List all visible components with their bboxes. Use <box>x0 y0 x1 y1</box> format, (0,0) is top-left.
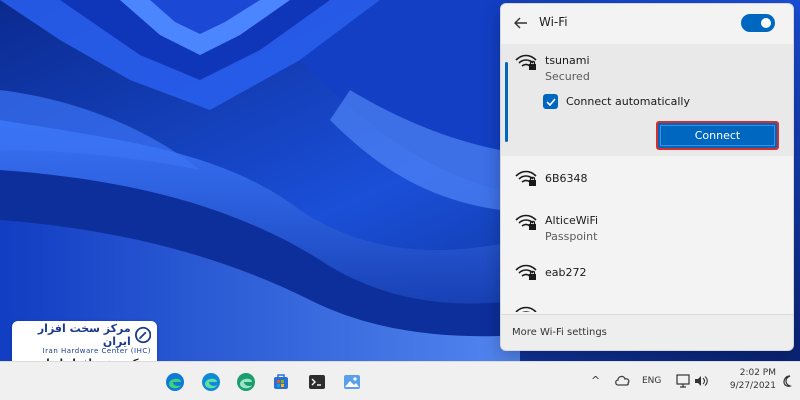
network-item-eab272[interactable]: eab272 <box>501 250 793 294</box>
network-name: AlticeWiFi <box>545 214 599 227</box>
network-item-partial[interactable] <box>501 296 793 312</box>
cloud-icon[interactable] <box>614 373 632 387</box>
network-item-6b6348[interactable]: 6B6348 <box>501 156 793 200</box>
photos-icon[interactable] <box>342 372 362 392</box>
edge-icon[interactable] <box>165 372 185 392</box>
network-list: tsunami Secured Connect automatically Co… <box>501 44 793 312</box>
wifi-toggle[interactable] <box>741 14 775 32</box>
wifi-title: Wi-Fi <box>539 15 568 29</box>
wifi-secured-icon <box>515 54 537 70</box>
focus-assist-moon-icon[interactable] <box>781 374 793 388</box>
network-name: tsunami <box>545 54 590 67</box>
wrench-icon <box>134 326 151 344</box>
store-icon[interactable] <box>271 372 291 392</box>
toggle-knob <box>761 18 771 28</box>
logo-persian-title: مرکز سخت افزار ایران <box>37 322 131 348</box>
network-name: eab272 <box>545 266 587 279</box>
wifi-secured-icon <box>515 170 537 186</box>
network-status-icon[interactable] <box>676 374 692 388</box>
connect-button[interactable]: Connect <box>660 125 775 146</box>
back-arrow-icon[interactable] <box>511 13 531 33</box>
wifi-flyout: Wi-Fi tsunami Secured Connect automatica… <box>500 3 794 351</box>
network-item-alticewifi[interactable]: AlticeWiFi Passpoint <box>501 200 793 250</box>
wifi-flyout-footer: More Wi-Fi settings <box>501 314 793 350</box>
clock-time[interactable]: 2:02 PM <box>732 368 776 378</box>
network-status: Secured <box>545 70 590 83</box>
network-item-tsunami[interactable]: tsunami Secured Connect automatically Co… <box>501 44 793 156</box>
selection-accent <box>505 62 508 142</box>
volume-icon[interactable] <box>694 374 708 388</box>
logo-english-title: Iran Hardware Center (IHC) <box>42 347 151 355</box>
edge-dev-icon[interactable] <box>236 372 256 392</box>
language-indicator[interactable]: ENG <box>642 376 661 386</box>
auto-connect-checkbox[interactable] <box>543 94 558 109</box>
clock-date[interactable]: 9/27/2021 <box>722 381 776 391</box>
terminal-icon[interactable] <box>307 372 327 392</box>
connect-button-highlight: Connect <box>656 121 779 150</box>
auto-connect-label: Connect automatically <box>566 95 690 108</box>
network-name: 6B6348 <box>545 172 588 185</box>
wifi-secured-icon <box>515 306 537 312</box>
wifi-secured-icon <box>515 214 537 230</box>
wifi-flyout-header: Wi-Fi <box>501 4 793 44</box>
edge-beta-icon[interactable] <box>201 372 221 392</box>
tray-overflow-chevron-icon[interactable]: ^ <box>591 374 600 387</box>
network-status: Passpoint <box>545 230 598 243</box>
taskbar: ^ ENG 2:02 PM 9/27/2021 <box>0 361 800 400</box>
checkmark-icon <box>545 97 556 106</box>
auto-connect-row[interactable]: Connect automatically <box>543 94 690 109</box>
more-wifi-settings-link[interactable]: More Wi-Fi settings <box>512 327 607 338</box>
wifi-secured-icon <box>515 264 537 280</box>
